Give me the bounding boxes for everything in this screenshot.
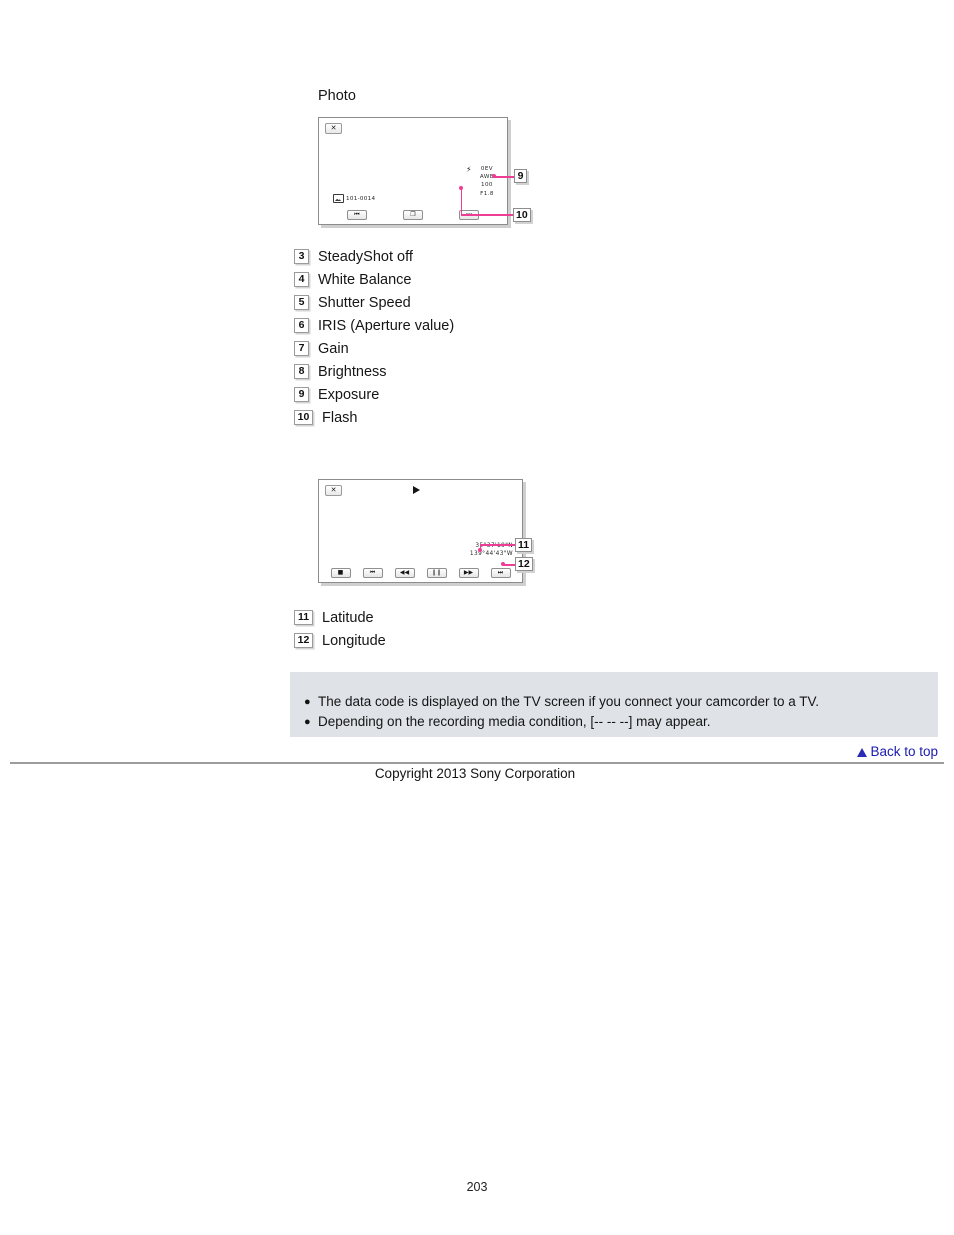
copyright-text: Copyright 2013 Sony Corporation — [374, 766, 576, 781]
callout-9: 9 — [514, 169, 527, 183]
legend-number: 9 — [294, 387, 309, 402]
movie-screen-mock: ✕ 35°37'19"N 139°44'43"W ■ ⏮ ◀◀ ❙❙ ▶▶ ⏭ — [318, 479, 523, 583]
legend-label: Gain — [318, 340, 349, 357]
previous-button[interactable]: ⏮ — [362, 568, 383, 578]
back-to-top-link[interactable]: Back to top — [857, 744, 938, 760]
note-text: Depending on the recording media conditi… — [318, 714, 711, 729]
longitude-value: 139°44'43"W — [469, 551, 513, 558]
bullet-icon: ● — [304, 696, 311, 708]
list-item: 6 IRIS (Aperture value) — [294, 314, 454, 337]
list-item: ● The data code is displayed on the TV s… — [304, 692, 819, 712]
notes-list: ● The data code is displayed on the TV s… — [304, 692, 819, 732]
callout-line-10-horizontal — [460, 214, 514, 216]
legend-label: Shutter Speed — [318, 294, 411, 311]
legend-label: SteadyShot off — [318, 248, 413, 265]
legend-number: 6 — [294, 318, 309, 333]
list-item: 11 Latitude — [294, 606, 386, 629]
legend-label: Brightness — [318, 363, 387, 380]
footer-divider — [10, 762, 944, 764]
legend-number: 8 — [294, 364, 309, 379]
legend-label: IRIS (Aperture value) — [318, 317, 455, 334]
legend-label: Latitude — [322, 609, 374, 626]
callout-line-11-horizontal — [479, 544, 516, 546]
callout-10: 10 — [513, 208, 531, 222]
notes-box: ● The data code is displayed on the TV s… — [290, 672, 938, 737]
list-item: 7 Gain — [294, 337, 454, 360]
callout-12: 12 — [515, 557, 533, 571]
legend-number: 3 — [294, 249, 309, 264]
note-text: The data code is displayed on the TV scr… — [318, 694, 820, 709]
photo-screen-mock: ✕ ⚡ 0EV AWB 100 F1.8 101-0014 ⏮ ❐ ⏭ — [318, 117, 508, 225]
previous-button[interactable]: ⏮ — [347, 210, 367, 220]
legend-label: Longitude — [322, 632, 386, 649]
manual-page: Photo ✕ ⚡ 0EV AWB 100 F1.8 101-0014 ⏮ ❐ … — [0, 0, 954, 1235]
legend-number: 7 — [294, 341, 309, 356]
legend-label: White Balance — [318, 271, 412, 288]
list-item: 9 Exposure — [294, 383, 454, 406]
legend-number: 12 — [294, 633, 313, 648]
callout-line-10-vertical — [460, 188, 462, 216]
pause-button[interactable]: ❙❙ — [426, 568, 447, 578]
copyright: Copyright 2013 Sony Corporation — [0, 765, 954, 783]
file-number-label: 101-0014 — [346, 195, 376, 202]
legend-number: 10 — [294, 410, 313, 425]
legend-number: 11 — [294, 610, 313, 625]
back-to-top-label: Back to top — [870, 744, 938, 759]
play-icon — [413, 486, 420, 494]
list-item: 10 Flash — [294, 406, 454, 429]
iris-value: F1.8 — [480, 190, 494, 197]
legend-list-photo: 3 SteadyShot off 4 White Balance 5 Shutt… — [294, 245, 454, 429]
file-number: 101-0014 — [333, 194, 375, 203]
legend-label: Exposure — [318, 386, 380, 403]
bullet-icon: ● — [304, 716, 311, 728]
list-item: 12 Longitude — [294, 629, 386, 652]
list-item: 5 Shutter Speed — [294, 291, 454, 314]
movie-control-row: ■ ⏮ ◀◀ ❙❙ ▶▶ ⏭ — [319, 568, 522, 578]
flash-icon: ⚡ — [466, 165, 472, 174]
exposure-value: 0EV — [480, 166, 494, 172]
next-button[interactable]: ⏭ — [490, 568, 511, 578]
close-icon[interactable]: ✕ — [325, 485, 342, 496]
list-item: 8 Brightness — [294, 360, 454, 383]
fast-forward-button[interactable]: ▶▶ — [458, 568, 479, 578]
stop-button[interactable]: ■ — [330, 568, 351, 578]
triangle-up-icon — [857, 747, 868, 757]
callout-11: 11 — [515, 538, 533, 552]
legend-number: 5 — [294, 295, 309, 310]
list-item: ● Depending on the recording media condi… — [304, 712, 819, 732]
legend-list-movie: 11 Latitude 12 Longitude — [294, 606, 386, 652]
legend-label: Flash — [322, 409, 358, 426]
list-item: 3 SteadyShot off — [294, 245, 454, 268]
image-file-icon — [333, 194, 344, 203]
rewind-button[interactable]: ◀◀ — [394, 568, 415, 578]
photo-data-code: 0EV AWB 100 F1.8 — [480, 165, 494, 198]
callout-line-9 — [494, 176, 514, 178]
list-item: 4 White Balance — [294, 268, 454, 291]
legend-number: 4 — [294, 272, 309, 287]
slideshow-button[interactable]: ❐ — [403, 210, 423, 220]
photo-heading: Photo — [318, 88, 356, 104]
close-icon[interactable]: ✕ — [325, 123, 342, 134]
page-number: 203 — [466, 1180, 488, 1194]
gain-value: 100 — [481, 182, 493, 189]
